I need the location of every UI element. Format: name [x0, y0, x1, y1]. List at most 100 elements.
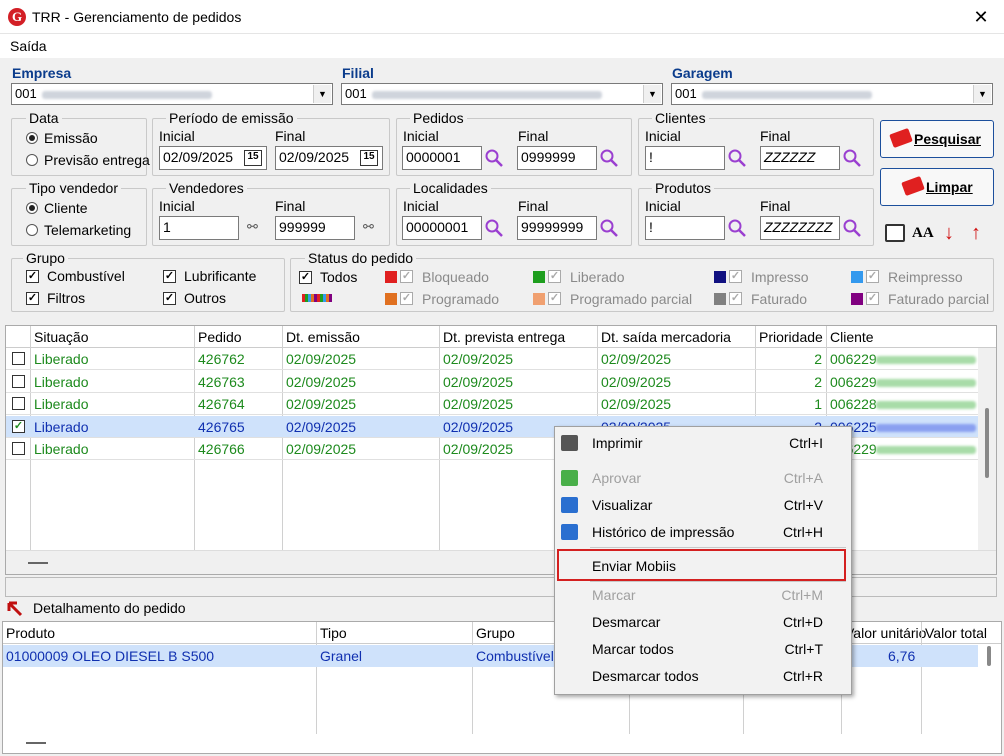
search-icon[interactable]: [484, 218, 504, 238]
binoculars-icon[interactable]: ⚯: [363, 219, 374, 235]
row-checkbox[interactable]: [12, 352, 25, 365]
row-checkbox[interactable]: [12, 442, 25, 455]
status-checkbox-label: Faturado parcial: [888, 291, 990, 307]
cell-prioridade: 2: [814, 351, 822, 367]
table-row[interactable]: Liberado 426762 02/09/2025 02/09/2025 02/09/…: [6, 348, 978, 370]
menu-item-shortcut: Ctrl+V: [783, 497, 823, 513]
menu-item-marcar: Marcar Ctrl+M: [555, 582, 851, 609]
menu-item-label: Histórico de impressão: [592, 524, 735, 540]
scrollbar-thumb[interactable]: [28, 562, 48, 564]
grid-divider: [472, 622, 473, 734]
row-checkbox[interactable]: [12, 374, 25, 388]
multicolor-legend-icon: [302, 294, 332, 302]
checkbox-filtros[interactable]: ✓: [26, 292, 39, 305]
menu-item-desmarcar[interactable]: Desmarcar Ctrl+D: [555, 609, 851, 636]
status-checkbox[interactable]: ✓: [548, 292, 561, 305]
pedidos-final-input[interactable]: 0999999: [517, 146, 597, 170]
grid-divider: [921, 622, 922, 734]
empresa-name-redacted: [42, 91, 212, 99]
localidades-inicial-input[interactable]: 00000001: [402, 216, 482, 240]
localidades-final-input[interactable]: 99999999: [517, 216, 597, 240]
vendedores-inicial-value: 1: [163, 219, 171, 235]
pesquisar-button[interactable]: Pesquisar: [880, 120, 994, 158]
table-row[interactable]: Liberado 426764 02/09/2025 02/09/2025 02/09/…: [6, 393, 978, 415]
checkbox-todos[interactable]: ✓: [299, 271, 312, 284]
menu-item-desmarcar-todos[interactable]: Desmarcar todos Ctrl+R: [555, 663, 851, 690]
arrow-pointer-icon: [7, 601, 23, 617]
calendar-icon[interactable]: 15: [360, 150, 378, 166]
radio-cliente[interactable]: [26, 202, 38, 214]
calendar-icon[interactable]: 15: [244, 150, 262, 166]
status-color-swatch: [533, 293, 545, 305]
scrollbar-thumb[interactable]: [987, 646, 991, 666]
chevron-down-icon[interactable]: ▼: [313, 85, 331, 103]
radio-emissao-label: Emissão: [44, 130, 98, 146]
menu-item-label: Visualizar: [592, 497, 653, 513]
arrow-up-icon[interactable]: ↑: [971, 222, 981, 245]
status-color-swatch: [714, 293, 726, 305]
status-checkbox[interactable]: ✓: [866, 292, 879, 305]
produtos-final-input[interactable]: ZZZZZZZZ: [760, 216, 840, 240]
radio-emissao[interactable]: [26, 132, 38, 144]
periodo-inicial-label: Inicial: [159, 128, 195, 144]
menu-item-imprimir[interactable]: Imprimir Ctrl+I: [555, 430, 851, 457]
cell-saida: 02/09/2025: [601, 351, 672, 367]
menu-item-label: Marcar todos: [592, 641, 674, 657]
search-icon[interactable]: [727, 148, 747, 168]
scrollbar-thumb[interactable]: [26, 742, 46, 744]
search-icon[interactable]: [842, 218, 862, 238]
menu-item-label: Aprovar: [592, 470, 642, 486]
row-checkbox[interactable]: ✓: [12, 419, 25, 433]
font-size-icon[interactable]: AA: [912, 225, 934, 242]
checkbox-lubrificante[interactable]: ✓: [163, 270, 176, 283]
cell-cliente: 006229: [830, 373, 877, 390]
vertical-scrollbar[interactable]: [980, 644, 998, 734]
search-icon[interactable]: [727, 218, 747, 238]
status-checkbox[interactable]: ✓: [400, 292, 413, 305]
chevron-down-icon[interactable]: ▼: [643, 85, 661, 103]
vendedores-final-input[interactable]: 999999: [275, 216, 355, 240]
status-checkbox[interactable]: ✓: [400, 270, 413, 283]
status-checkbox[interactable]: ✓: [866, 270, 879, 283]
binoculars-icon[interactable]: ⚯: [247, 219, 258, 235]
menu-item-shortcut: Ctrl+T: [784, 641, 824, 657]
table-row[interactable]: Liberado 426763 02/09/2025 02/09/2025 02/09/…: [6, 371, 978, 393]
calendar-icon[interactable]: [885, 224, 905, 242]
status-checkbox-label: Bloqueado: [422, 269, 489, 285]
search-icon[interactable]: [484, 148, 504, 168]
status-title: Status do pedido: [305, 250, 417, 266]
pedidos-inicial-input[interactable]: 0000001: [402, 146, 482, 170]
row-checkbox[interactable]: [12, 397, 25, 410]
menu-item-hist-rico-de-impress-o[interactable]: Histórico de impressão Ctrl+H: [555, 519, 851, 546]
produtos-inicial-input[interactable]: !: [645, 216, 725, 240]
radio-telemarketing[interactable]: [26, 224, 38, 236]
arrow-down-icon[interactable]: ↓: [944, 222, 954, 245]
search-icon[interactable]: [842, 148, 862, 168]
clientes-inicial-input[interactable]: !: [645, 146, 725, 170]
garagem-value: 001: [675, 86, 697, 101]
vendedores-inicial-input[interactable]: 1: [159, 216, 239, 240]
close-button[interactable]: ✕: [968, 6, 994, 28]
menu-saida[interactable]: Saída: [10, 38, 47, 54]
limpar-button[interactable]: Limpar: [880, 168, 994, 206]
cell-situacao: Liberado: [34, 396, 89, 412]
garagem-combo[interactable]: 001 ▼: [671, 83, 993, 105]
status-checkbox[interactable]: ✓: [729, 292, 742, 305]
status-checkbox[interactable]: ✓: [729, 270, 742, 283]
search-icon[interactable]: [599, 148, 619, 168]
scrollbar-thumb[interactable]: [985, 408, 989, 478]
vertical-scrollbar[interactable]: [978, 348, 996, 550]
search-icon[interactable]: [599, 218, 619, 238]
clientes-inicial-label: Inicial: [645, 128, 681, 144]
checkbox-outros[interactable]: ✓: [163, 292, 176, 305]
filial-combo[interactable]: 001 ▼: [341, 83, 663, 105]
radio-previsao[interactable]: [26, 154, 38, 166]
status-checkbox[interactable]: ✓: [548, 270, 561, 283]
checkbox-combustivel[interactable]: ✓: [26, 270, 39, 283]
clientes-final-input[interactable]: ZZZZZZ: [760, 146, 840, 170]
chevron-down-icon[interactable]: ▼: [973, 85, 991, 103]
menu-item-marcar-todos[interactable]: Marcar todos Ctrl+T: [555, 636, 851, 663]
filial-label: Filial: [342, 65, 374, 81]
empresa-combo[interactable]: 001 ▼: [11, 83, 333, 105]
menu-item-visualizar[interactable]: Visualizar Ctrl+V: [555, 492, 851, 519]
